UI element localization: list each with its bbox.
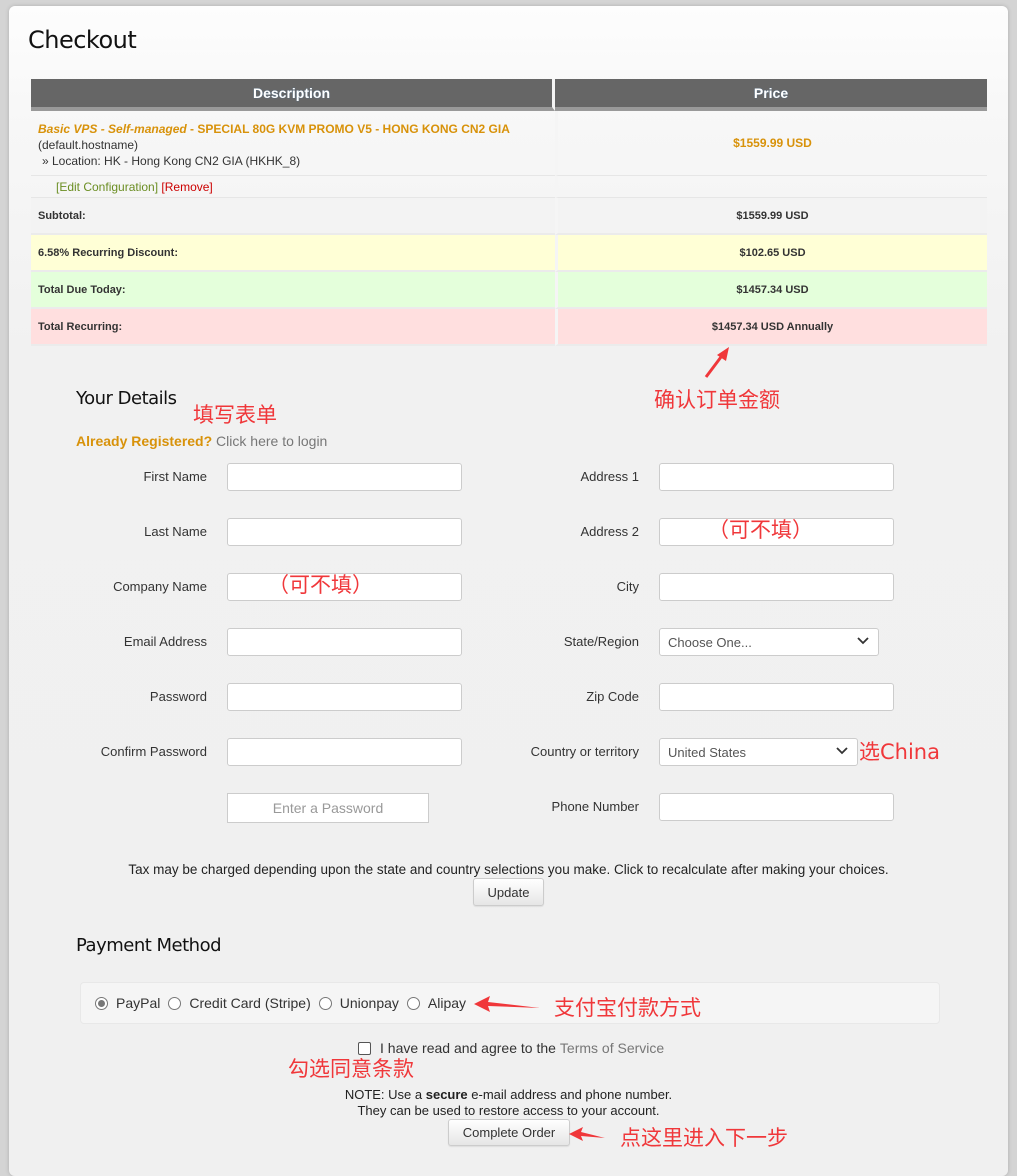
address2-label: Address 2 [580, 524, 639, 539]
login-link[interactable]: Click here to login [212, 433, 327, 449]
annotation-arrow-left-icon [474, 996, 540, 1012]
radio-credit-card[interactable] [168, 996, 182, 1010]
annotation-confirm-amount: 确认订单金额 [654, 388, 780, 412]
state-label: State/Region [563, 634, 639, 649]
zip-label: Zip Code [586, 689, 639, 704]
page-title: Checkout [28, 26, 137, 54]
item-product: SPECIAL 80G KVM PROMO V5 - HONG KONG CN2… [197, 122, 510, 136]
cart-actions-row: [Edit Configuration] [Remove] [31, 176, 987, 198]
city-input[interactable] [659, 573, 894, 601]
cart-table: Description Price Basic VPS - Self-manag… [31, 79, 987, 346]
your-details-heading: Your Details [76, 388, 177, 409]
company-name-label: Company Name [113, 579, 207, 594]
first-name-label: First Name [143, 469, 207, 484]
password-input[interactable] [227, 683, 462, 711]
item-option: » Location: HK - Hong Kong CN2 GIA (HKHK… [42, 154, 301, 168]
country-label: Country or territory [530, 744, 639, 759]
item-price: $1559.99 USD [555, 111, 987, 176]
annotation-optional-address2: （可不填） [708, 518, 813, 542]
tax-note: Tax may be charged depending upon the st… [128, 862, 889, 877]
summary-label: Total Due Today: [31, 272, 555, 309]
payment-option-alipay[interactable]: Alipay [406, 995, 466, 1011]
payment-option-credit-card[interactable]: Credit Card (Stripe) [168, 995, 311, 1011]
payment-method-heading: Payment Method [76, 935, 222, 956]
security-note: NOTE: Use a secure e-mail address and ph… [344, 1087, 673, 1118]
header-price: Price [555, 79, 987, 111]
summary-value: $1457.34 USD [555, 272, 987, 309]
phone-label: Phone Number [551, 799, 639, 814]
summary-label: Subtotal: [31, 198, 555, 235]
already-registered: Already Registered? Click here to login [76, 433, 328, 449]
password-label: Password [149, 689, 207, 704]
password-strength-indicator: Enter a Password [227, 793, 429, 823]
state-selected-value: Choose One... [668, 635, 752, 650]
confirm-password-input[interactable] [227, 738, 462, 766]
total-due-row: Total Due Today: $1457.34 USD [31, 272, 987, 309]
cart-item-row: Basic VPS - Self-managed - SPECIAL 80G K… [31, 111, 987, 176]
confirm-password-label: Confirm Password [100, 744, 207, 759]
last-name-input[interactable] [227, 518, 462, 546]
annotation-agree-terms: 勾选同意条款 [288, 1057, 414, 1081]
annotation-arrow-left-icon [569, 1127, 605, 1141]
total-recurring-row: Total Recurring: $1457.34 USD Annually [31, 309, 987, 346]
address1-input[interactable] [659, 463, 894, 491]
state-select[interactable]: Choose One... [659, 628, 879, 656]
annotation-choose-china: 选China [859, 740, 940, 764]
annotation-arrow-up-icon [704, 347, 729, 378]
remove-item-link[interactable]: [Remove] [161, 180, 212, 194]
header-description: Description [31, 79, 555, 111]
subtotal-row: Subtotal: $1559.99 USD [31, 198, 987, 235]
city-label: City [616, 579, 639, 594]
chevron-down-icon [857, 637, 869, 645]
first-name-input[interactable] [227, 463, 462, 491]
annotation-alipay-method: 支付宝付款方式 [554, 996, 701, 1020]
radio-unionpay[interactable] [318, 996, 332, 1010]
zip-input[interactable] [659, 683, 894, 711]
update-button[interactable]: Update [473, 878, 544, 906]
radio-alipay[interactable] [406, 996, 420, 1010]
last-name-label: Last Name [144, 524, 207, 539]
country-select[interactable]: United States [659, 738, 858, 766]
phone-input[interactable] [659, 793, 894, 821]
summary-value: $1457.34 USD Annually [555, 309, 987, 346]
radio-paypal[interactable] [95, 996, 108, 1010]
annotation-next-step: 点这里进入下一步 [620, 1126, 788, 1150]
payment-option-unionpay[interactable]: Unionpay [318, 995, 399, 1011]
email-label: Email Address [123, 634, 207, 649]
country-selected-value: United States [668, 745, 747, 760]
discount-row: 6.58% Recurring Discount: $102.65 USD [31, 235, 987, 272]
complete-order-button[interactable]: Complete Order [448, 1119, 570, 1146]
edit-configuration-link[interactable]: [Edit Configuration] [56, 180, 158, 194]
summary-label: 6.58% Recurring Discount: [31, 235, 555, 272]
terms-of-service-link[interactable]: Terms of Service [560, 1040, 664, 1056]
annotation-optional-company: （可不填） [268, 573, 373, 597]
item-group: Basic VPS - Self-managed [38, 122, 187, 136]
payment-option-paypal[interactable]: PayPal [95, 995, 160, 1011]
chevron-down-icon [836, 747, 848, 755]
item-hostname: (default.hostname) [38, 138, 139, 152]
summary-value: $1559.99 USD [555, 198, 987, 235]
summary-label: Total Recurring: [31, 309, 555, 346]
item-description: Basic VPS - Self-managed - SPECIAL 80G K… [31, 111, 555, 176]
annotation-fill-form: 填写表单 [193, 403, 277, 427]
summary-value: $102.65 USD [555, 235, 987, 272]
email-input[interactable] [227, 628, 462, 656]
address1-label: Address 1 [580, 469, 639, 484]
